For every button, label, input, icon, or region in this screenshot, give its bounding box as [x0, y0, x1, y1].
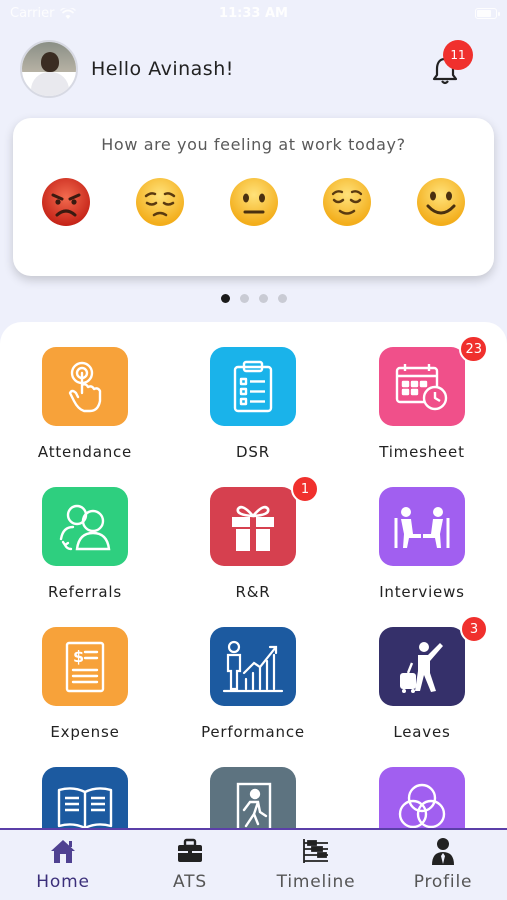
tab-ats[interactable]: ATS	[130, 836, 250, 896]
tile-badge: 1	[291, 475, 319, 503]
tile-icon-box	[379, 487, 465, 566]
neutral-face-icon[interactable]	[228, 176, 280, 228]
module-grid: Attendance DSR 23 Timesheet Referrals 1 …	[0, 322, 507, 828]
tile-timesheet[interactable]: 23 Timesheet	[362, 335, 488, 477]
home-icon	[51, 840, 75, 863]
mood-question: How are you feeling at work today?	[101, 135, 406, 154]
users-icon	[59, 504, 111, 550]
tile-handbook[interactable]	[25, 767, 145, 828]
tab-label: Timeline	[276, 872, 356, 892]
tile-icon-box: $	[42, 627, 128, 706]
tile-icon-box	[210, 767, 296, 828]
tile-attendance[interactable]: Attendance	[25, 347, 145, 477]
receipt-dollar-icon: $	[65, 641, 105, 692]
tile-exit[interactable]	[193, 767, 313, 828]
tab-bar: Home ATS Timeline Profile	[0, 828, 507, 900]
tile-label: Expense	[50, 723, 120, 741]
tile-label: Referrals	[48, 583, 122, 601]
pensive-face-icon[interactable]	[134, 176, 186, 228]
tile-label: Timesheet	[379, 443, 465, 461]
tile-badge: 23	[459, 335, 488, 363]
tile-icon-box	[42, 347, 128, 426]
tab-timeline[interactable]: Timeline	[256, 836, 376, 896]
calendar-clock-icon	[395, 363, 448, 410]
tile-icon-box	[42, 767, 128, 828]
tile-performance[interactable]: Performance	[193, 627, 313, 757]
growth-chart-icon	[222, 640, 284, 692]
carousel-dots	[0, 294, 507, 303]
carousel-dot[interactable]	[220, 294, 230, 303]
person-icon	[432, 838, 454, 865]
timeline-icon	[303, 839, 328, 863]
greeting: Hello Avinash!	[91, 58, 234, 80]
briefcase-icon	[178, 838, 202, 862]
tile-label: Leaves	[393, 723, 451, 741]
battery-icon	[475, 8, 500, 19]
tile-engagement[interactable]	[362, 767, 482, 828]
status-time: 11:33 AM	[219, 6, 288, 21]
emoji-row	[40, 176, 467, 228]
notification-badge: 11	[443, 40, 473, 70]
tile-label: Interviews	[379, 583, 465, 601]
touch-hand-icon	[68, 361, 102, 412]
tile-icon-box	[210, 347, 296, 426]
book-icon	[57, 786, 113, 828]
tile-icon-box	[379, 627, 465, 706]
relieved-face-icon[interactable]	[321, 176, 373, 228]
mood-card: How are you feeling at work today?	[13, 118, 494, 276]
tile-leaves[interactable]: 3 Leaves	[362, 615, 488, 757]
tile-label: Attendance	[37, 443, 133, 461]
tile-referrals[interactable]: Referrals	[25, 487, 145, 617]
traveler-icon	[400, 641, 443, 693]
tab-label: ATS	[173, 872, 207, 892]
tile-r-and-r[interactable]: 1 R&R	[193, 475, 319, 617]
tab-label: Profile	[413, 872, 473, 892]
smiling-face-icon[interactable]	[415, 176, 467, 228]
angry-face-icon[interactable]	[40, 176, 92, 228]
tile-label: DSR	[236, 443, 270, 461]
avatar[interactable]	[20, 40, 78, 98]
carousel-dot[interactable]	[258, 294, 268, 303]
tile-label: R&R	[235, 583, 271, 601]
tile-icon-box	[379, 347, 465, 426]
tile-badge: 3	[460, 615, 488, 643]
tab-label: Home	[36, 872, 90, 892]
carousel-dot[interactable]	[239, 294, 249, 303]
tab-profile[interactable]: Profile	[383, 836, 503, 896]
tab-home[interactable]: Home	[3, 836, 123, 896]
clipboard-icon	[233, 360, 273, 412]
header: Hello Avinash! 11	[20, 40, 487, 100]
status-bar: Carrier 11:33 AM	[0, 0, 507, 28]
tile-dsr[interactable]: DSR	[193, 347, 313, 477]
tile-label: Performance	[201, 723, 305, 741]
tile-icon-box	[210, 627, 296, 706]
svg-text:$: $	[73, 647, 84, 666]
tile-interviews[interactable]: Interviews	[362, 487, 482, 617]
circles-icon	[398, 783, 446, 828]
tile-icon-box	[42, 487, 128, 566]
interview-chairs-icon	[394, 506, 450, 548]
exit-door-icon	[236, 782, 272, 828]
carousel-dot[interactable]	[277, 294, 287, 303]
tile-icon-box	[379, 767, 465, 828]
tile-icon-box	[210, 487, 296, 566]
tile-expense[interactable]: $ Expense	[25, 627, 145, 757]
gift-icon	[232, 505, 274, 551]
